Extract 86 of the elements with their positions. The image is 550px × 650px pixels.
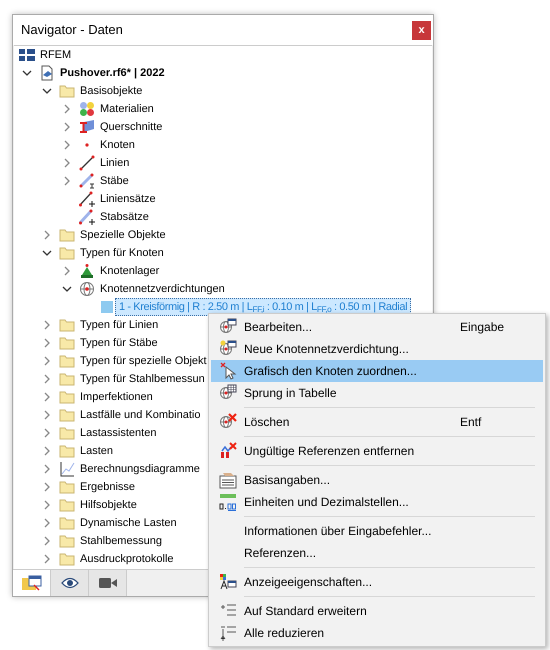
tree-item[interactable]: Ausdruckprotokolle (80, 550, 174, 568)
menu-item[interactable]: Informationen über Eingabefehler... (211, 520, 543, 542)
bar-plus-icon (79, 209, 95, 225)
support-icon (79, 263, 95, 279)
tree-item[interactable]: Materialien (100, 100, 154, 118)
tree-item[interactable]: Stahlbemessung (80, 532, 162, 550)
globe-delete-icon (218, 413, 236, 431)
tree-item[interactable]: Dynamische Lasten (80, 514, 177, 532)
folder-icon (59, 425, 75, 441)
menu-item[interactable]: Löschen Entf (211, 411, 543, 433)
tree-item[interactable]: Stabsätze (100, 208, 149, 226)
folder-icon (59, 353, 75, 369)
folder-icon (59, 533, 75, 549)
tree-item[interactable]: Typen für Knoten (80, 244, 164, 262)
panel-tab[interactable] (51, 570, 89, 596)
video-camera-icon (98, 577, 118, 589)
tree-item[interactable]: Typen für Linien (80, 316, 158, 334)
menu-item[interactable]: Sprung in Tabelle (211, 382, 543, 404)
tree-item[interactable]: Knotennetzverdichtungen (100, 280, 225, 298)
folder-icon (59, 389, 75, 405)
menu-item[interactable]: Einheiten und Dezimalstellen... (211, 491, 543, 513)
folder-icon (59, 551, 75, 567)
eye-icon (60, 577, 78, 589)
folder-icon (59, 317, 75, 333)
collapse-list-icon (218, 624, 236, 642)
tree-item[interactable]: Typen für Stahlbemessun (80, 370, 205, 388)
tree-item[interactable]: Lastfälle und Kombinatio (80, 406, 200, 424)
decimal-units-icon (218, 493, 236, 511)
document-icon (39, 65, 55, 81)
panel-tab[interactable] (89, 570, 127, 596)
folder-icon (59, 227, 75, 243)
menu-item[interactable]: Auf Standard erweitern (211, 600, 543, 622)
tree-item[interactable]: Basisobjekte (80, 82, 142, 100)
menu-item[interactable]: Anzeigeeigenschaften... (211, 571, 543, 593)
references-delete-icon (218, 442, 236, 460)
tree-item[interactable]: RFEM (40, 46, 72, 64)
tree-item[interactable]: Ergebnisse (80, 478, 136, 496)
folder-window-icon (20, 574, 42, 592)
line-icon (79, 155, 95, 171)
display-properties-icon (218, 573, 236, 591)
menu-item[interactable]: Referenzen... (211, 542, 543, 564)
menu-item[interactable]: Alle reduzieren (211, 622, 543, 644)
tree-item[interactable]: Liniensätze (100, 190, 156, 208)
menu-item[interactable]: Grafisch den Knoten zuordnen... (211, 360, 543, 382)
globe-window-star-icon (218, 340, 236, 358)
form-hand-icon (218, 471, 236, 489)
menu-item[interactable]: Neue Knotennetzverdichtung... (211, 338, 543, 360)
tree-item[interactable]: Linien (100, 154, 130, 172)
menu-item[interactable]: Ungültige Referenzen entfernen (211, 440, 543, 462)
bar-icon (79, 173, 95, 189)
window-title: Navigator - Daten (21, 21, 123, 40)
tree-item[interactable]: Spezielle Objekte (80, 226, 166, 244)
panel-tab[interactable] (13, 570, 51, 596)
tree-item[interactable]: Knoten (100, 136, 135, 154)
folder-icon (59, 515, 75, 531)
folder-icon (59, 497, 75, 513)
folder-icon (59, 443, 75, 459)
tree-item[interactable]: Imperfektionen (80, 388, 153, 406)
globe-icon (79, 281, 95, 297)
tree-item[interactable]: Berechnungsdiagramme (80, 460, 200, 478)
tree-item[interactable]: Hilfsobjekte (80, 496, 137, 514)
tree-item[interactable]: Lastassistenten (80, 424, 156, 442)
globe-window-icon (218, 318, 236, 336)
chart-icon (59, 461, 75, 477)
square-icon (99, 299, 115, 315)
menu-item[interactable]: Bearbeiten... Eingabe (211, 316, 543, 338)
folder-icon (59, 335, 75, 351)
tree-item[interactable]: Knotenlager (100, 262, 160, 280)
cursor-icon (218, 362, 236, 380)
folder-icon (59, 479, 75, 495)
beam-icon (79, 119, 95, 135)
globe-table-icon (218, 384, 236, 402)
line-plus-icon (79, 191, 95, 207)
circles-icon (79, 101, 95, 117)
tree-item[interactable]: Stäbe (100, 172, 129, 190)
folder-icon (59, 83, 75, 99)
folder-icon (59, 371, 75, 387)
tree-item[interactable]: Typen für spezielle Objekt (80, 352, 207, 370)
tree-item[interactable]: Querschnitte (100, 118, 162, 136)
tree-item[interactable]: Lasten (80, 442, 114, 460)
folder-icon (59, 245, 75, 261)
menu-item[interactable]: Basisangaben... (211, 469, 543, 491)
folder-icon (59, 407, 75, 423)
close-button[interactable]: x (412, 20, 431, 40)
tree-item[interactable]: Pushover.rf6* | 2022 (60, 64, 165, 82)
tree-item[interactable]: Typen für Stäbe (80, 334, 158, 352)
